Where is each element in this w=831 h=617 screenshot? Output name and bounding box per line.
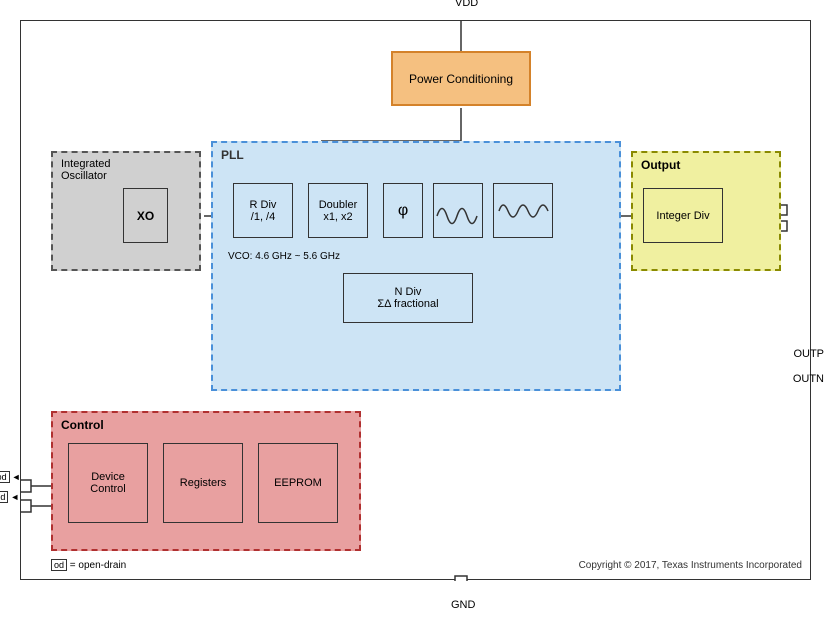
outp-label: OUTP xyxy=(793,348,824,360)
pll-label: PLL xyxy=(221,148,244,162)
control-label: Control xyxy=(61,418,104,432)
footer-copyright: Copyright © 2017, Texas Instruments Inco… xyxy=(579,560,802,571)
doubler-line2: x1, x2 xyxy=(323,211,352,223)
vco-text: VCO: 4.6 GHz ~ 5.6 GHz xyxy=(228,251,340,262)
control-block: Control Device Control Registers EEPROM xyxy=(51,411,361,551)
rdiv-line2: /1, /4 xyxy=(251,211,275,223)
scl-arrow: ◄ xyxy=(10,492,19,502)
ndiv-block: N Div ΣΔ fractional xyxy=(343,273,473,323)
outn-label: OUTN xyxy=(793,373,824,385)
lpf-icon xyxy=(435,196,481,226)
od-note-text: = open-drain xyxy=(70,560,126,571)
output-label: Output xyxy=(641,158,680,172)
power-conditioning-block: Power Conditioning xyxy=(391,51,531,106)
sda-arrow: ◄ xyxy=(12,472,21,482)
ndiv-line1: N Div xyxy=(395,286,422,298)
registers-block: Registers xyxy=(163,443,243,523)
scl-od-badge: od xyxy=(0,491,8,503)
vco-block xyxy=(493,183,553,238)
sda-pin: SDA od ◄ xyxy=(0,471,21,483)
gnd-label: GND xyxy=(451,599,475,611)
power-conditioning-label: Power Conditioning xyxy=(409,72,513,86)
scl-pin: SCL od ◄ xyxy=(0,491,19,503)
lpf-block xyxy=(433,183,483,238)
output-block: Output Integer Div OUTP OUTN xyxy=(631,151,781,271)
phi-symbol: φ xyxy=(398,202,408,220)
vdd-label: VDD xyxy=(455,0,478,9)
xo-block: XO xyxy=(123,188,168,243)
device-control-block: Device Control xyxy=(68,443,148,523)
int-div-block: Integer Div xyxy=(643,188,723,243)
oscillator-label: Integrated Oscillator xyxy=(61,158,111,182)
ndiv-line2: ΣΔ fractional xyxy=(377,298,438,310)
doubler-line1: Doubler xyxy=(319,199,358,211)
vco-icon xyxy=(495,191,551,231)
diagram-container: VDD 10 nF xyxy=(20,20,811,580)
eeprom-block: EEPROM xyxy=(258,443,338,523)
od-badge-footer: od xyxy=(51,559,67,571)
pll-block: PLL R Div /1, /4 Doubler x1, x2 φ xyxy=(211,141,621,391)
doubler-block: Doubler x1, x2 xyxy=(308,183,368,238)
rdiv-line1: R Div xyxy=(250,199,277,211)
footer-od-note: od = open-drain xyxy=(51,560,126,571)
rdiv-block: R Div /1, /4 xyxy=(233,183,293,238)
sda-od-badge: od xyxy=(0,471,10,483)
integrated-oscillator-block: Integrated Oscillator XO xyxy=(51,151,201,271)
phi-block: φ xyxy=(383,183,423,238)
